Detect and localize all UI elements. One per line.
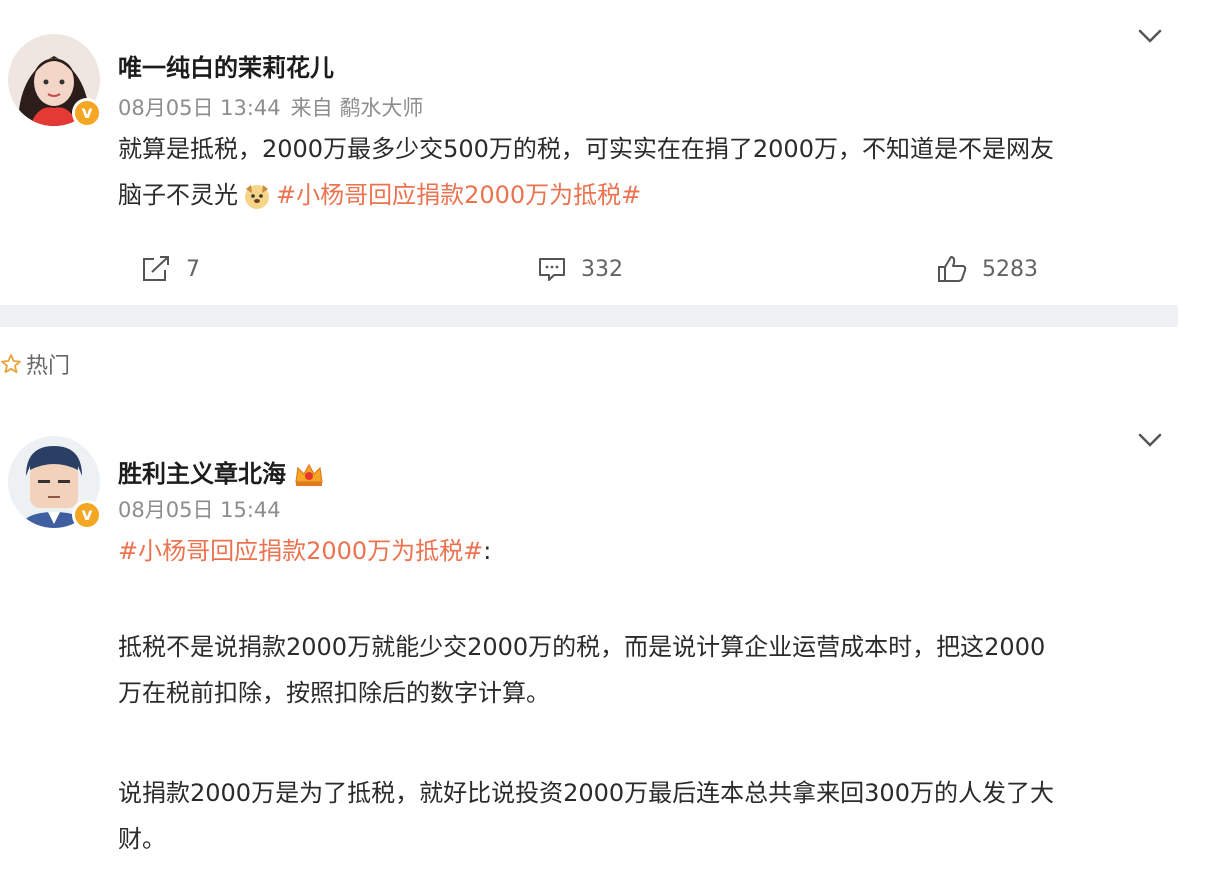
- repost-count: 7: [186, 256, 200, 282]
- hot-section-label: 热门: [0, 348, 70, 380]
- post-meta: 08月05日 13:44 来自 鹬水大师: [118, 92, 423, 122]
- post-text: #小杨哥回应捐款2000万为抵税#:: [118, 528, 491, 574]
- action-bar: 7 332 5283: [0, 244, 1214, 294]
- star-icon: [1, 354, 21, 374]
- post-text: 就算是抵税，2000万最多少交500万的税，可实实在在捐了2000万，不知道是不…: [118, 126, 1054, 218]
- post-text-line: 说捐款2000万是为了抵税，就好比说投资2000万最后连本总共拿来回300万的人…: [118, 779, 1054, 807]
- post-date: 08月05日 15:44: [118, 498, 281, 522]
- post-date: 08月05日 13:44: [118, 96, 281, 120]
- hashtag-suffix: :: [483, 537, 492, 565]
- verified-badge-icon: v: [72, 500, 102, 530]
- avatar[interactable]: v: [8, 34, 102, 128]
- post-text-line: 就算是抵税，2000万最多少交500万的税，可实实在在捐了2000万，不知道是不…: [118, 135, 1054, 163]
- like-icon: [938, 256, 967, 282]
- post-paragraph: 说捐款2000万是为了抵税，就好比说投资2000万最后连本总共拿来回300万的人…: [118, 770, 1054, 862]
- post-text-line: 万在税前扣除，按照扣除后的数字计算。: [118, 679, 550, 707]
- like-button[interactable]: 5283: [936, 244, 1038, 294]
- post-text-line-2: 脑子不灵光 #小杨哥回应捐款2000万为抵税#: [118, 172, 1054, 218]
- hot-label-text: 热门: [26, 354, 71, 379]
- comment-button[interactable]: 332: [537, 244, 623, 294]
- username-row: 胜利主义章北海: [118, 454, 324, 489]
- post-card: v 胜利主义章北海 08月05日 15:44 #小杨哥回应捐款2000万为抵税#…: [0, 410, 1214, 878]
- username[interactable]: 胜利主义章北海: [118, 460, 286, 488]
- chevron-down-icon[interactable]: [1136, 26, 1164, 46]
- repost-icon: [143, 256, 169, 281]
- verified-badge-icon: v: [72, 98, 102, 128]
- username[interactable]: 唯一纯白的茉莉花儿: [118, 48, 334, 83]
- hashtag-line: #小杨哥回应捐款2000万为抵税#:: [118, 528, 491, 574]
- avatar[interactable]: v: [8, 436, 102, 530]
- hashtag-link[interactable]: #小杨哥回应捐款2000万为抵税#: [118, 537, 483, 565]
- hashtag-link[interactable]: #小杨哥回应捐款2000万为抵税#: [276, 181, 641, 209]
- chevron-down-icon[interactable]: [1136, 430, 1164, 450]
- post-card: v 唯一纯白的茉莉花儿 08月05日 13:44 来自 鹬水大师 就算是抵税，20…: [0, 0, 1214, 305]
- section-divider: [0, 305, 1178, 327]
- post-text-line: 抵税不是说捐款2000万就能少交2000万的税，而是说计算企业运营成本时，把这2…: [118, 633, 1046, 661]
- post-source[interactable]: 来自 鹬水大师: [291, 96, 424, 120]
- dog-emoji-icon: [245, 185, 269, 209]
- comment-count: 332: [581, 256, 623, 282]
- crown-icon: [295, 463, 323, 486]
- post-text-line: 财。: [118, 825, 166, 853]
- post-text-line: 脑子不灵光: [118, 181, 238, 209]
- repost-button[interactable]: 7: [140, 244, 200, 294]
- like-count: 5283: [982, 256, 1038, 282]
- post-paragraph: 抵税不是说捐款2000万就能少交2000万的税，而是说计算企业运营成本时，把这2…: [118, 624, 1045, 716]
- comment-icon: [539, 258, 565, 281]
